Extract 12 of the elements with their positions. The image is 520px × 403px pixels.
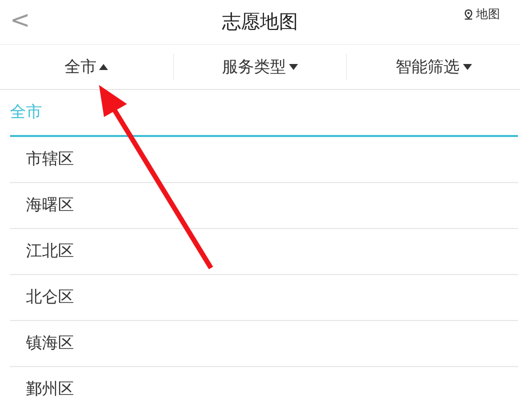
caret-up-icon — [99, 64, 108, 70]
filter-dropdown[interactable]: 智能筛选 — [347, 54, 520, 80]
filter-dropdown[interactable]: 服务类型 — [174, 54, 348, 80]
caret-down-icon — [462, 64, 472, 70]
district-item[interactable]: 鄞州区 — [10, 367, 518, 403]
district-item[interactable]: 北仑区 — [10, 275, 518, 321]
district-item[interactable]: 镇海区 — [10, 321, 518, 367]
map-link[interactable]: 地图 — [463, 6, 500, 23]
map-pin-icon — [463, 9, 474, 20]
filter-dropdown[interactable]: 全市 — [0, 54, 174, 80]
caret-down-icon — [289, 64, 298, 70]
page-title: 志愿地图 — [222, 10, 298, 35]
